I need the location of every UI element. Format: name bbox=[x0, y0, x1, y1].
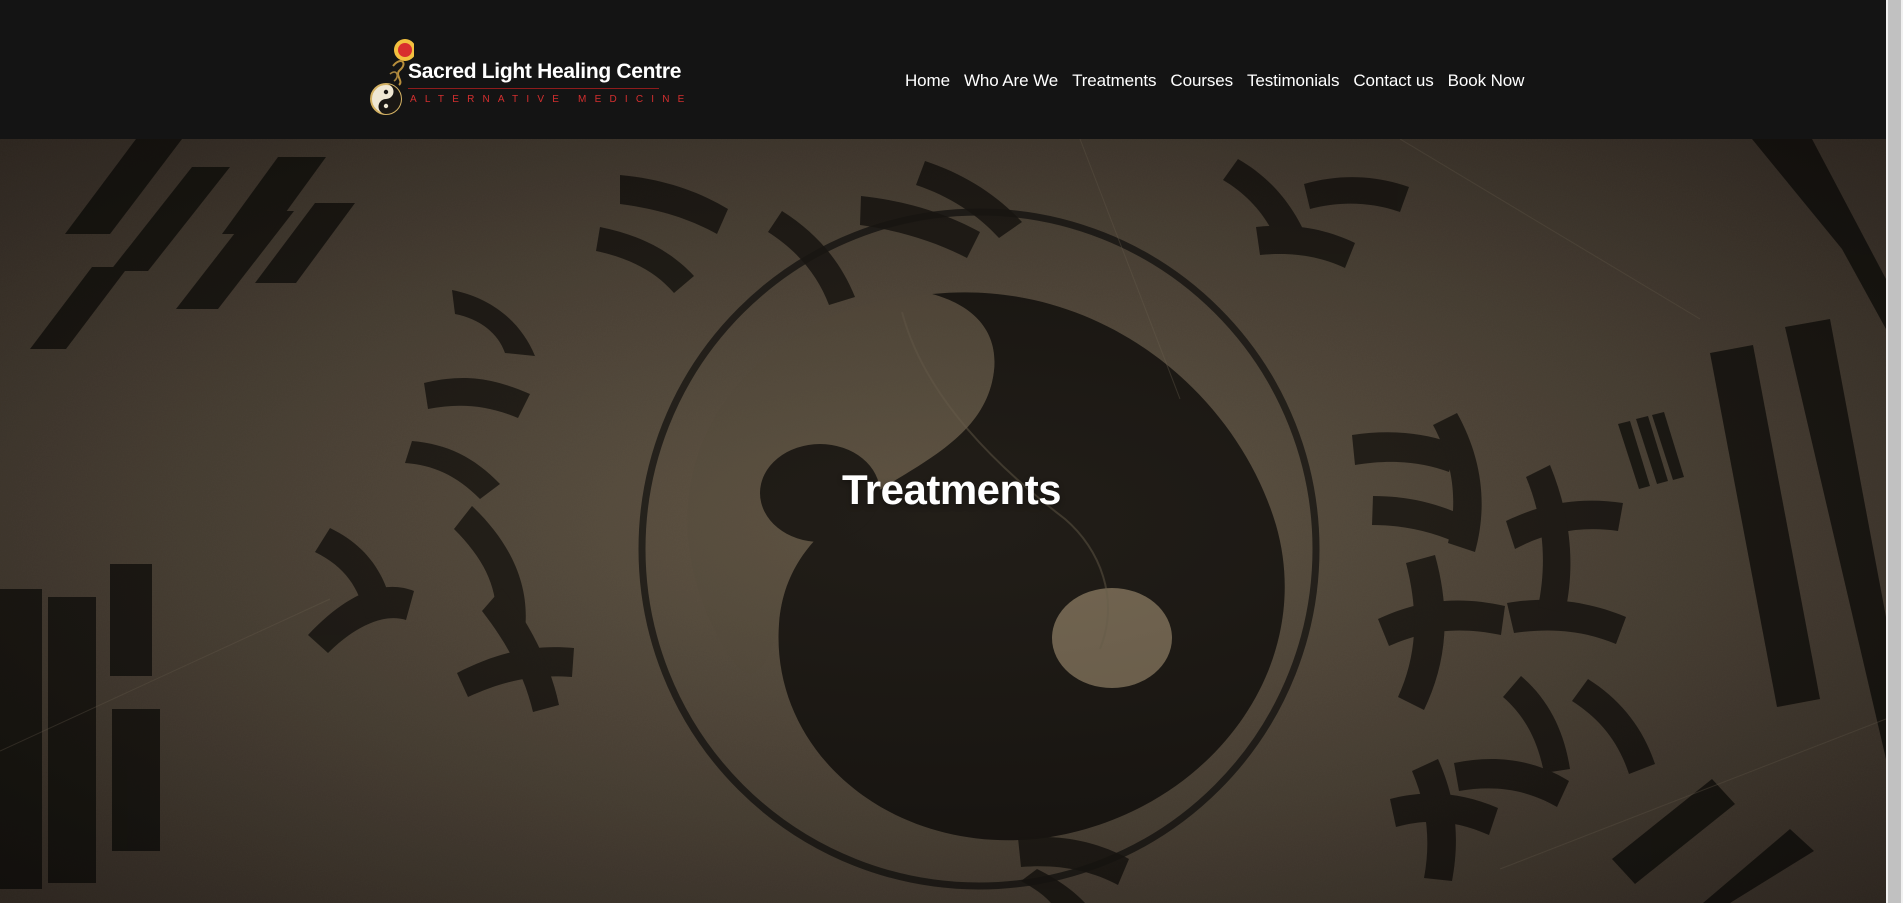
page: Sacred Light Healing Centre ALTERNATIVE … bbox=[0, 0, 1903, 903]
scrollbar-thumb[interactable] bbox=[1888, 0, 1901, 903]
nav-book-now-link[interactable]: Book Now bbox=[1441, 70, 1532, 92]
hero-banner: Treatments bbox=[0, 139, 1886, 903]
logo-subtitle: ALTERNATIVE MEDICINE bbox=[410, 94, 693, 105]
nav-courses-link[interactable]: Courses bbox=[1163, 70, 1240, 92]
site-logo[interactable]: Sacred Light Healing Centre ALTERNATIVE … bbox=[370, 38, 684, 120]
logo-divider bbox=[408, 88, 659, 89]
page-title: Treatments bbox=[841, 466, 1062, 514]
nav-contact-us-link[interactable]: Contact us bbox=[1346, 70, 1440, 92]
main-nav: Home Who Are We Treatments Courses Testi… bbox=[898, 70, 1531, 92]
nav-home-link[interactable]: Home bbox=[898, 70, 957, 92]
nav-who-are-we-link[interactable]: Who Are We bbox=[957, 70, 1065, 92]
page-scrollbar[interactable] bbox=[1886, 0, 1903, 903]
site-header: Sacred Light Healing Centre ALTERNATIVE … bbox=[0, 0, 1886, 139]
hero-overlay bbox=[0, 139, 1886, 903]
nav-testimonials-link[interactable]: Testimonials bbox=[1240, 70, 1346, 92]
nav-treatments-link[interactable]: Treatments bbox=[1065, 70, 1163, 92]
logo-title: Sacred Light Healing Centre bbox=[408, 60, 682, 83]
